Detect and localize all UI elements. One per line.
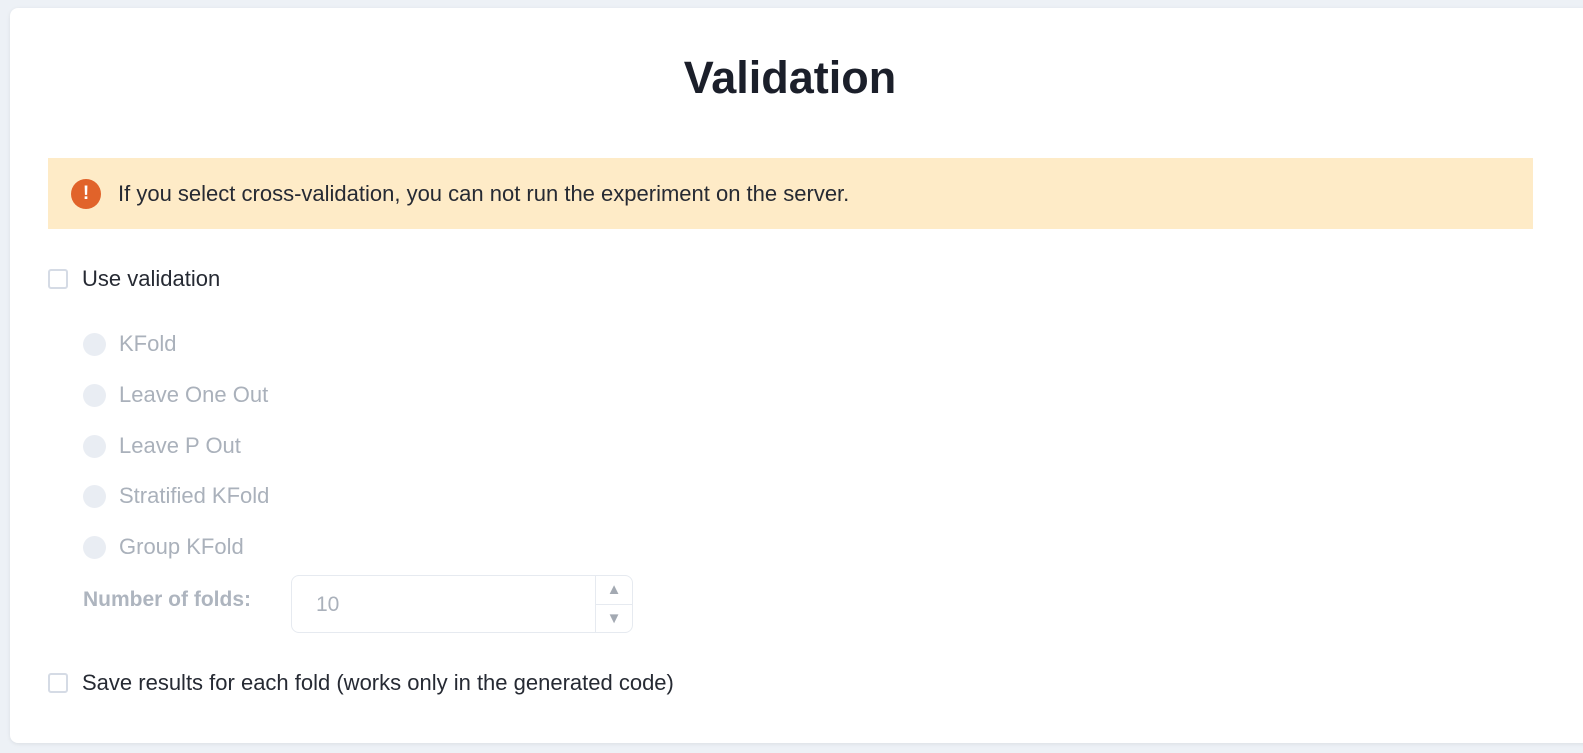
radio-button[interactable] <box>83 332 106 356</box>
radio-leave-p-out[interactable]: Leave P Out <box>83 433 241 459</box>
radio-group-kfold[interactable]: Group KFold <box>83 534 244 560</box>
radio-leave-one-out[interactable]: Leave One Out <box>83 382 268 408</box>
use-validation-row[interactable]: Use validation <box>48 266 220 292</box>
folds-label: Number of folds: <box>83 588 251 611</box>
save-results-row[interactable]: Save results for each fold (works only i… <box>48 670 674 696</box>
increment-icon[interactable]: ▲ <box>596 576 632 605</box>
alert-text: If you select cross-validation, you can … <box>118 180 850 206</box>
radio-stratified-kfold[interactable]: Stratified KFold <box>83 483 269 509</box>
validation-card: Validation ! If you select cross-validat… <box>10 8 1583 743</box>
radio-label[interactable]: Leave P Out <box>119 433 241 459</box>
stepper-controls: ▲ ▼ <box>595 576 632 632</box>
radio-button[interactable] <box>83 383 106 407</box>
save-results-label[interactable]: Save results for each fold (works only i… <box>82 670 674 696</box>
radio-button[interactable] <box>83 484 106 508</box>
radio-label[interactable]: KFold <box>119 331 176 357</box>
save-results-checkbox[interactable] <box>48 673 68 693</box>
radio-label[interactable]: Stratified KFold <box>119 483 269 509</box>
folds-input[interactable]: 10 <box>292 576 595 632</box>
radio-button[interactable] <box>83 434 106 458</box>
decrement-icon[interactable]: ▼ <box>596 605 632 633</box>
radio-kfold[interactable]: KFold <box>83 331 176 357</box>
use-validation-label[interactable]: Use validation <box>82 266 220 292</box>
warning-alert: ! If you select cross-validation, you ca… <box>48 158 1533 229</box>
radio-label[interactable]: Group KFold <box>119 534 244 560</box>
radio-label[interactable]: Leave One Out <box>119 382 268 408</box>
folds-stepper[interactable]: 10 ▲ ▼ <box>291 575 633 633</box>
use-validation-checkbox[interactable] <box>48 269 68 289</box>
exclamation-icon: ! <box>71 178 101 209</box>
radio-button[interactable] <box>83 535 106 559</box>
page-title: Validation <box>683 52 897 103</box>
